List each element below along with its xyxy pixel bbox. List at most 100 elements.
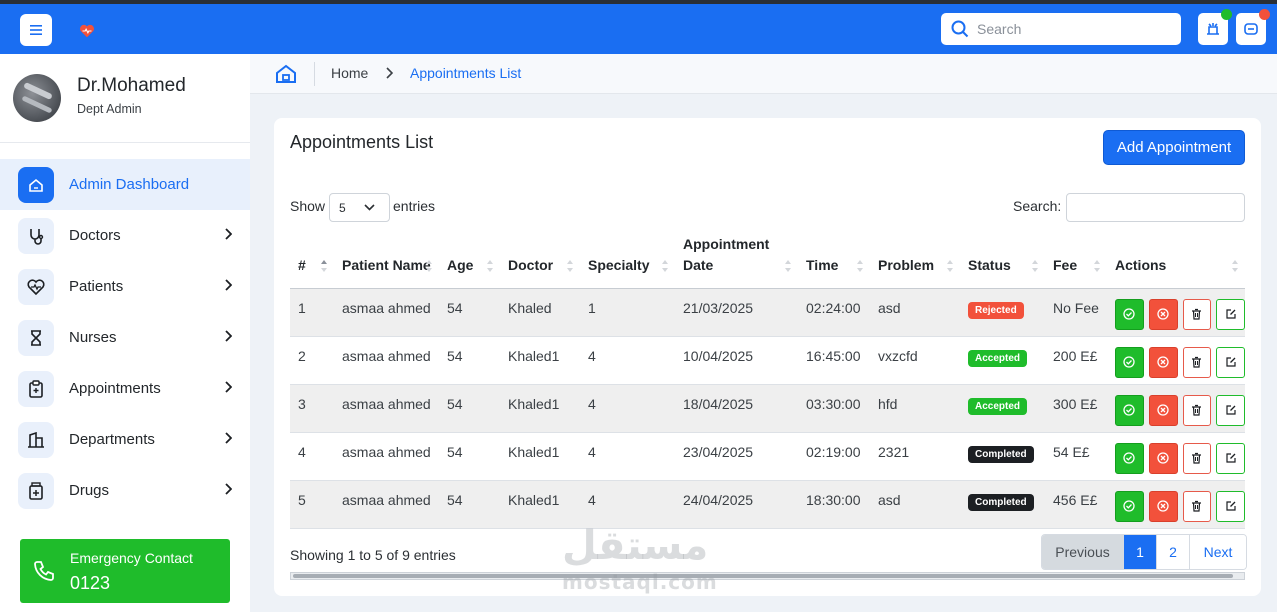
search-icon <box>951 20 969 38</box>
sort-icon <box>857 259 863 272</box>
sidebar-nav: Admin Dashboard Doctors Patients Nurses <box>0 159 250 516</box>
column-header-number[interactable]: # <box>290 231 334 289</box>
building-icon <box>18 421 54 458</box>
cell-specialty: 4 <box>580 432 675 481</box>
home-icon[interactable] <box>275 63 297 85</box>
cell-age: 54 <box>439 384 500 433</box>
cell-status: Completed <box>960 480 1045 529</box>
trash-icon <box>1192 452 1202 464</box>
column-header-status[interactable]: Status <box>960 231 1045 289</box>
edit-button[interactable] <box>1216 298 1245 330</box>
phone-icon <box>34 561 54 581</box>
edit-button[interactable] <box>1216 490 1245 522</box>
accept-button[interactable] <box>1115 442 1144 474</box>
sidebar-item-departments[interactable]: Departments <box>0 414 250 465</box>
cell-fee: No Fee <box>1045 288 1107 337</box>
sidebar-item-patients[interactable]: Patients <box>0 261 250 312</box>
status-badge: Accepted <box>968 349 1028 367</box>
emergency-contact-card[interactable]: Emergency Contact 0123 <box>20 539 230 603</box>
pagination-previous[interactable]: Previous <box>1042 535 1124 569</box>
watermark: مستقل mostaql.com <box>562 526 718 594</box>
cell-problem: vxzcfd <box>870 336 960 385</box>
pagination-page-2[interactable]: 2 <box>1157 535 1190 569</box>
global-search[interactable] <box>941 13 1181 45</box>
accept-button[interactable] <box>1115 346 1144 378</box>
global-search-input[interactable] <box>977 21 1167 37</box>
reject-button[interactable] <box>1148 346 1178 378</box>
cell-actions <box>1107 288 1245 337</box>
column-header-time[interactable]: Time <box>798 231 870 289</box>
edit-button[interactable] <box>1216 346 1245 378</box>
edit-icon <box>1226 405 1236 415</box>
check-circle-icon <box>1123 308 1136 320</box>
check-circle-icon <box>1123 356 1136 368</box>
table-info: Showing 1 to 5 of 9 entries <box>290 547 456 563</box>
heart-logo-icon[interactable] <box>78 22 96 40</box>
cell-time: 18:30:00 <box>798 480 870 529</box>
column-header-appointment-date[interactable]: Appointment Date <box>675 231 798 289</box>
cell-time: 02:24:00 <box>798 288 870 337</box>
sidebar-item-doctors[interactable]: Doctors <box>0 210 250 261</box>
cell-specialty: 4 <box>580 480 675 529</box>
cell-problem: asd <box>870 480 960 529</box>
profile-role: Dept Admin <box>77 102 142 116</box>
sidebar-item-appointments[interactable]: Appointments <box>0 363 250 414</box>
edit-button[interactable] <box>1216 442 1245 474</box>
reject-button[interactable] <box>1148 394 1178 426</box>
menu-toggle-button[interactable] <box>20 14 52 46</box>
reject-button[interactable] <box>1148 442 1178 474</box>
table-search-input[interactable] <box>1066 193 1245 222</box>
pagination-page-1[interactable]: 1 <box>1124 535 1157 569</box>
sidebar-item-admin-dashboard[interactable]: Admin Dashboard <box>0 159 250 210</box>
accept-button[interactable] <box>1115 298 1144 330</box>
sidebar-item-drugs[interactable]: Drugs <box>0 465 250 516</box>
edit-icon <box>1226 453 1236 463</box>
check-circle-icon <box>1123 500 1136 512</box>
cell-status: Completed <box>960 432 1045 481</box>
sidebar-item-label: Nurses <box>69 329 117 346</box>
top-navbar <box>0 4 1277 54</box>
delete-button[interactable] <box>1182 346 1212 378</box>
accept-button[interactable] <box>1115 394 1144 426</box>
notification-dot <box>1221 9 1232 20</box>
user-profile[interactable]: Dr.Mohamed Dept Admin <box>0 54 250 143</box>
chat-button[interactable] <box>1236 9 1270 45</box>
sidebar-item-nurses[interactable]: Nurses <box>0 312 250 363</box>
home-icon <box>18 166 54 203</box>
notification-button[interactable] <box>1198 9 1232 45</box>
reject-button[interactable] <box>1148 298 1178 330</box>
delete-button[interactable] <box>1182 394 1212 426</box>
sort-icon <box>321 259 327 272</box>
watermark-arabic: مستقل <box>562 523 709 569</box>
cell-status: Accepted <box>960 384 1045 433</box>
column-header-patient-name[interactable]: Patient Name <box>334 231 439 289</box>
sidebar-item-label: Patients <box>69 278 124 295</box>
x-circle-icon <box>1157 356 1169 368</box>
column-header-actions[interactable]: Actions <box>1107 231 1245 289</box>
check-circle-icon <box>1123 452 1136 464</box>
delete-button[interactable] <box>1182 298 1212 330</box>
column-header-age[interactable]: Age <box>439 231 500 289</box>
breadcrumb-home-link[interactable]: Home <box>331 65 368 81</box>
pagination-next[interactable]: Next <box>1190 535 1246 569</box>
add-appointment-button[interactable]: Add Appointment <box>1103 130 1245 165</box>
delete-button[interactable] <box>1182 490 1212 522</box>
status-badge: Completed <box>968 445 1034 463</box>
cell-specialty: 4 <box>580 336 675 385</box>
edit-button[interactable] <box>1216 394 1245 426</box>
table-search-label: Search: <box>1013 198 1062 214</box>
entries-per-page-select[interactable]: 5 <box>329 193 390 222</box>
table-row: 3 asmaa ahmed 54 Khaled1 4 18/04/2025 03:30:00… <box>290 384 1245 433</box>
clipboard-icon <box>18 370 54 407</box>
column-header-problem[interactable]: Problem <box>870 231 960 289</box>
horizontal-scrollbar[interactable] <box>290 572 1245 580</box>
scrollbar-thumb[interactable] <box>293 574 1233 578</box>
accept-button[interactable] <box>1115 490 1144 522</box>
column-header-specialty[interactable]: Specialty <box>580 231 675 289</box>
reject-button[interactable] <box>1148 490 1178 522</box>
column-header-fee[interactable]: Fee <box>1045 231 1107 289</box>
delete-button[interactable] <box>1182 442 1212 474</box>
cell-status: Rejected <box>960 288 1045 337</box>
column-header-doctor[interactable]: Doctor <box>500 231 580 289</box>
cell-number: 4 <box>290 432 334 481</box>
